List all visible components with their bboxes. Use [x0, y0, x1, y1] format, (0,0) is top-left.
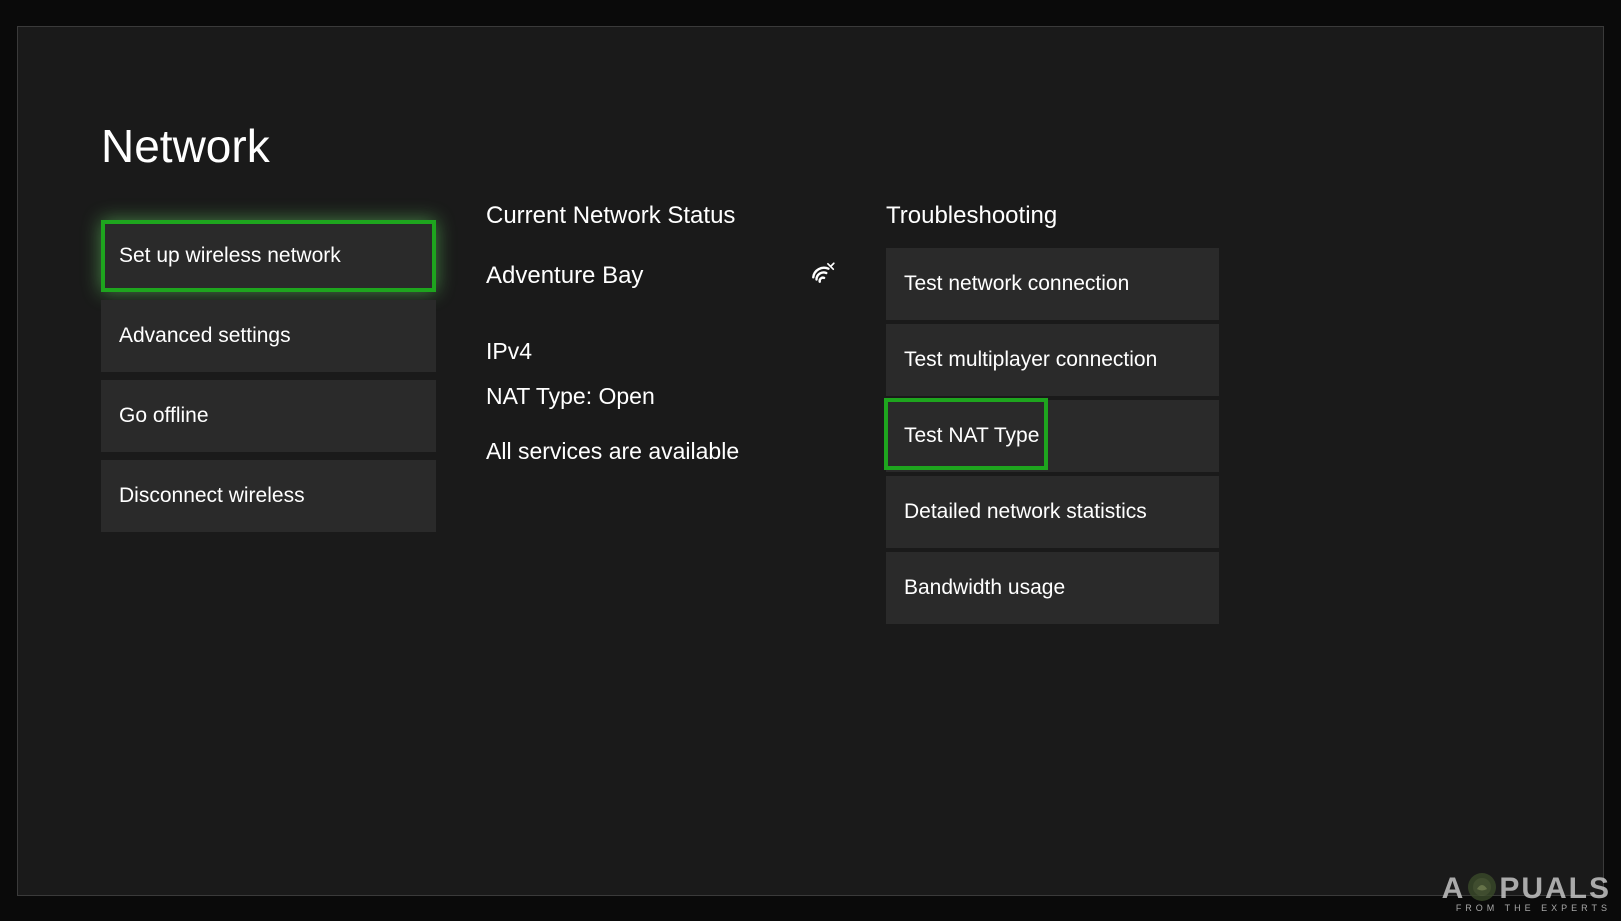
menu-item-label: Go offline: [119, 404, 209, 428]
status-heading: Current Network Status: [486, 202, 836, 230]
watermark-tagline: FROM THE EXPERTS: [1442, 903, 1611, 913]
watermark-logo-icon: [1468, 873, 1496, 901]
menu-item-label: Bandwidth usage: [904, 576, 1065, 600]
menu-item-label: Test multiplayer connection: [904, 348, 1157, 372]
watermark: A PUALS FROM THE EXPERTS: [1442, 872, 1611, 913]
test-nat-type-button[interactable]: Test NAT Type: [886, 400, 1219, 472]
test-network-connection-button[interactable]: Test network connection: [886, 248, 1219, 320]
columns-container: Set up wireless network Advanced setting…: [101, 202, 1219, 628]
menu-item-label: Set up wireless network: [119, 244, 341, 268]
wifi-icon: [810, 262, 836, 291]
test-multiplayer-connection-button[interactable]: Test multiplayer connection: [886, 324, 1219, 396]
network-actions-column: Set up wireless network Advanced setting…: [101, 202, 436, 628]
watermark-brand: A PUALS: [1442, 872, 1611, 906]
go-offline-button[interactable]: Go offline: [101, 380, 436, 452]
menu-item-label: Advanced settings: [119, 324, 291, 348]
troubleshooting-heading: Troubleshooting: [886, 202, 1219, 230]
status-ipv4: IPv4: [486, 332, 836, 371]
status-nat-type: NAT Type: Open: [486, 377, 836, 416]
troubleshooting-column: Troubleshooting Test network connection …: [886, 202, 1219, 628]
status-details: IPv4 NAT Type: Open All services are ava…: [486, 326, 836, 471]
bandwidth-usage-button[interactable]: Bandwidth usage: [886, 552, 1219, 624]
menu-item-label: Detailed network statistics: [904, 500, 1147, 524]
disconnect-wireless-button[interactable]: Disconnect wireless: [101, 460, 436, 532]
detailed-network-statistics-button[interactable]: Detailed network statistics: [886, 476, 1219, 548]
menu-item-label: Disconnect wireless: [119, 484, 305, 508]
page-title: Network: [101, 119, 270, 173]
network-settings-screen: Network Set up wireless network Advanced…: [17, 26, 1604, 896]
setup-wireless-button[interactable]: Set up wireless network: [101, 220, 436, 292]
current-network-row: Adventure Bay: [486, 248, 836, 304]
network-name: Adventure Bay: [486, 262, 643, 290]
menu-item-label: Test NAT Type: [904, 424, 1039, 448]
advanced-settings-button[interactable]: Advanced settings: [101, 300, 436, 372]
status-services: All services are available: [486, 432, 836, 471]
network-status-column: Current Network Status Adventure Bay IPv…: [486, 202, 836, 628]
menu-item-label: Test network connection: [904, 272, 1129, 296]
